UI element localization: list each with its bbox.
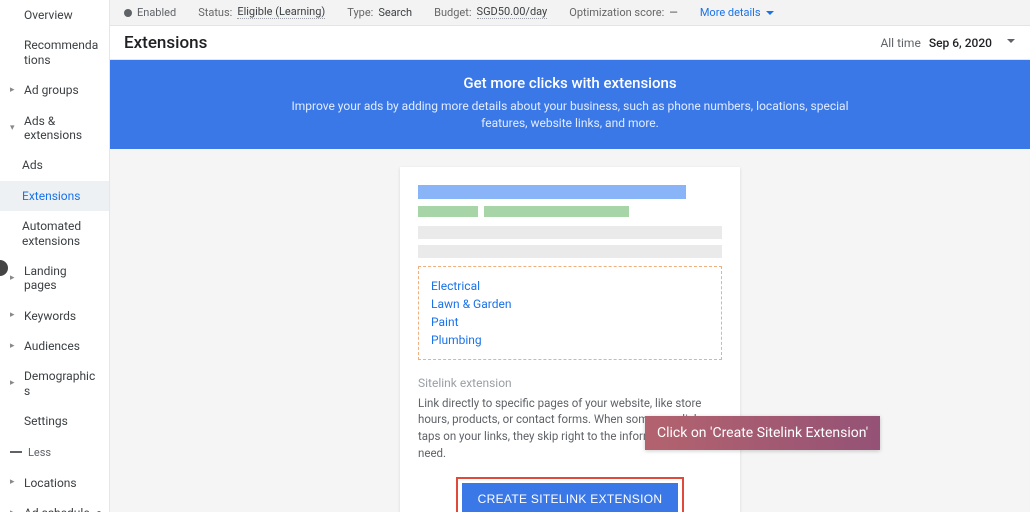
- sidebar-item-label: Recommendations: [24, 38, 101, 67]
- sidebar-less-toggle[interactable]: Less: [0, 437, 109, 468]
- sitelink-preview-item: Plumbing: [431, 331, 709, 349]
- sidebar-item-overview[interactable]: Overview: [0, 0, 109, 30]
- more-details-link[interactable]: More details: [700, 6, 775, 19]
- sidebar-item-ad-schedule[interactable]: ▸ Ad schedule: [0, 498, 109, 512]
- chevron-right-icon: ▸: [10, 378, 20, 389]
- type-value: Search: [378, 6, 412, 19]
- type-label: Type:: [347, 6, 373, 19]
- status-budget: Budget: SGD50.00/day: [434, 6, 547, 19]
- status-label: Status:: [198, 6, 232, 19]
- banner-body: Improve your ads by adding more details …: [290, 98, 850, 133]
- preview-url-bar-short: [418, 206, 478, 217]
- enabled-label: Enabled: [137, 6, 176, 19]
- sidebar-item-ads-extensions[interactable]: ▾ Ads & extensions: [0, 106, 109, 151]
- chevron-right-icon: ▸: [10, 85, 20, 96]
- sidebar-item-label: Ad groups: [24, 83, 101, 97]
- caret-down-icon: [1006, 36, 1016, 46]
- preview-url-bar-long: [484, 206, 629, 217]
- chevron-right-icon: ▸: [10, 477, 20, 488]
- sidebar-less-label: Less: [28, 446, 51, 459]
- status-optimization: Optimization score: —: [569, 6, 678, 19]
- chevron-right-icon: ▸: [10, 273, 20, 284]
- date-range-label: All time: [880, 36, 920, 50]
- chevron-down-icon: ▾: [10, 123, 20, 134]
- sitelink-preview-item: Paint: [431, 313, 709, 331]
- enabled-dot-icon: [124, 9, 132, 17]
- status-eligibility: Status: Eligible (Learning): [198, 6, 325, 19]
- sidebar-item-settings[interactable]: Settings: [0, 406, 109, 436]
- sidebar-item-automated-extensions[interactable]: Automated extensions: [0, 211, 109, 256]
- budget-value[interactable]: SGD50.00/day: [477, 6, 548, 19]
- promo-banner: Get more clicks with extensions Improve …: [110, 60, 1030, 149]
- minus-icon: [10, 451, 22, 453]
- sidebar-item-label: Landing pages: [24, 264, 101, 293]
- status-type: Type: Search: [347, 6, 412, 19]
- campaign-status-bar: Enabled Status: Eligible (Learning) Type…: [110, 0, 1030, 26]
- sidebar-item-label: Settings: [24, 414, 101, 428]
- preview-desc-bar: [418, 226, 722, 239]
- sidebar-item-label: Audiences: [24, 339, 101, 353]
- preview-desc-bar: [418, 245, 722, 258]
- preview-headline-bar: [418, 185, 686, 199]
- budget-label: Budget:: [434, 6, 471, 19]
- sidebar-item-label: Locations: [24, 476, 101, 490]
- chevron-right-icon: ▸: [10, 310, 20, 321]
- sidebar-item-label: Automated extensions: [22, 219, 101, 248]
- main-column: Enabled Status: Eligible (Learning) Type…: [110, 0, 1030, 512]
- more-details-label: More details: [700, 6, 761, 19]
- sidebar-item-ads[interactable]: Ads: [0, 150, 109, 180]
- tutorial-annotation: Click on 'Create Sitelink Extension': [645, 416, 880, 450]
- extension-card: Electrical Lawn & Garden Paint Plumbing …: [400, 167, 740, 512]
- page-title-bar: Extensions All time Sep 6, 2020: [110, 26, 1030, 60]
- status-value[interactable]: Eligible (Learning): [237, 6, 325, 19]
- sidebar-nav: Overview Recommendations ▸ Ad groups ▾ Ads…: [0, 0, 110, 512]
- sidebar-item-keywords[interactable]: ▸ Keywords: [0, 301, 109, 331]
- sidebar-item-demographics[interactable]: ▸ Demographics: [0, 361, 109, 406]
- sidebar-item-recommendations[interactable]: Recommendations: [0, 30, 109, 75]
- sidebar-item-extensions[interactable]: Extensions: [0, 181, 109, 211]
- banner-heading: Get more clicks with extensions: [130, 74, 1010, 92]
- sidebar-item-label: Keywords: [24, 309, 101, 323]
- sidebar-item-label: Ads: [22, 158, 101, 172]
- status-enabled[interactable]: Enabled: [124, 6, 176, 19]
- opt-label: Optimization score:: [569, 6, 664, 19]
- chevron-right-icon: ▸: [10, 341, 20, 352]
- cta-highlight-box: CREATE SITELINK EXTENSION: [456, 477, 685, 512]
- sitelink-preview-item: Lawn & Garden: [431, 295, 709, 313]
- sidebar-item-label: Extensions: [22, 189, 101, 203]
- ad-preview: Electrical Lawn & Garden Paint Plumbing: [418, 185, 722, 360]
- sidebar-item-label: Overview: [24, 8, 101, 22]
- sidebar-item-audiences[interactable]: ▸ Audiences: [0, 331, 109, 361]
- date-range-dropdown[interactable]: [1006, 35, 1016, 50]
- sidebar-item-landing-pages[interactable]: ▸ Landing pages: [0, 256, 109, 301]
- opt-value: —: [669, 6, 678, 19]
- date-range-value[interactable]: Sep 6, 2020: [929, 36, 992, 50]
- sitelink-preview-item: Electrical: [431, 277, 709, 295]
- sidebar-item-label: Demographics: [24, 369, 101, 398]
- sidebar-item-ad-groups[interactable]: ▸ Ad groups: [0, 75, 109, 105]
- chevron-down-icon: [765, 8, 775, 18]
- sitelinks-preview-box: Electrical Lawn & Garden Paint Plumbing: [418, 266, 722, 360]
- create-sitelink-extension-button[interactable]: CREATE SITELINK EXTENSION: [462, 483, 679, 512]
- chevron-right-icon: ▸: [10, 508, 20, 512]
- sidebar-item-label: Ad schedule: [24, 506, 93, 512]
- sidebar-item-label: Ads & extensions: [24, 114, 101, 143]
- extension-type-label: Sitelink extension: [418, 376, 722, 390]
- content-area: Electrical Lawn & Garden Paint Plumbing …: [110, 149, 1030, 512]
- page-title: Extensions: [124, 33, 207, 53]
- sidebar-item-locations[interactable]: ▸ Locations: [0, 468, 109, 498]
